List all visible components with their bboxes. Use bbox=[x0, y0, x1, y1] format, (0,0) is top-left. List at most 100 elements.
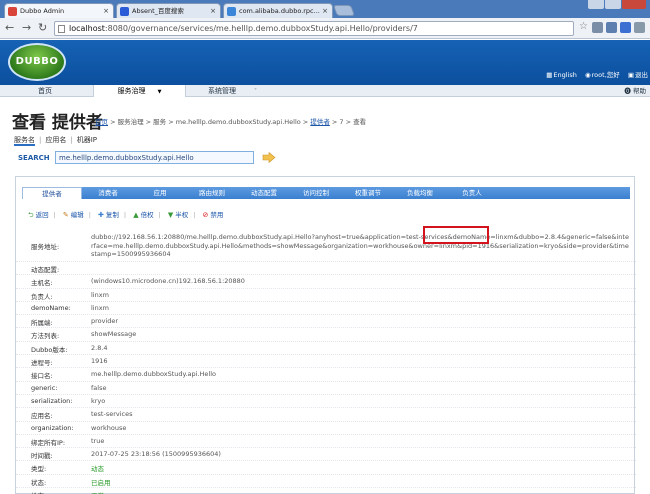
service-url-value: dubbo://192.168.56.1:20880/me.helllp.dem… bbox=[91, 233, 629, 258]
dubbo-favicon-icon bbox=[8, 7, 17, 16]
tab-applications[interactable]: 应用 bbox=[134, 187, 186, 199]
nav-service-governance[interactable]: 服务治理 ▼ bbox=[93, 85, 186, 97]
baidu-favicon-icon bbox=[120, 7, 129, 16]
main-nav: 首页 服务治理 ▼ 系统管理 ˅ ⓿ 帮助 bbox=[0, 85, 650, 97]
page-icon bbox=[58, 25, 65, 33]
tab-weights[interactable]: 权重调节 bbox=[342, 187, 394, 199]
provider-detail-panel: 提供者 消费者 应用 路由规则 动态配置 访问控制 权重调节 负载均衡 负责人 … bbox=[15, 176, 636, 494]
browser-tab-dubbo-admin[interactable]: Dubbo Admin × bbox=[4, 3, 114, 18]
new-tab-button[interactable] bbox=[332, 5, 356, 16]
table-row: 进程号: 1916 bbox=[16, 355, 636, 369]
table-row: demoName: linxm bbox=[16, 302, 636, 316]
back-icon: ⮌ bbox=[28, 211, 34, 219]
browser-tab-title: Absent_百度搜索 bbox=[132, 7, 184, 15]
breadcrumb-home-link[interactable]: 首页 bbox=[95, 118, 108, 126]
window-close-icon[interactable] bbox=[622, 0, 646, 9]
table-row: 动态配置: bbox=[16, 262, 636, 276]
table-row: 检查:正常 bbox=[16, 488, 636, 494]
back-button[interactable]: ⮌ 返回 bbox=[28, 211, 49, 219]
extension-icon[interactable] bbox=[620, 22, 631, 33]
tab-loadbalance[interactable]: 负载均衡 bbox=[394, 187, 446, 199]
tab-access[interactable]: 访问控制 bbox=[290, 187, 342, 199]
browser-tab-strip: Dubbo Admin × Absent_百度搜索 × com.alibaba.… bbox=[0, 0, 650, 18]
browser-tab-alibaba[interactable]: com.alibaba.dubbo.rpc... × bbox=[223, 3, 333, 18]
extension-icon[interactable] bbox=[592, 22, 603, 33]
breadcrumb-providers-link[interactable]: 提供者 bbox=[310, 118, 330, 126]
nav-home[interactable]: 首页 bbox=[38, 85, 52, 97]
table-row: organization: workhouse bbox=[16, 422, 636, 435]
search-input[interactable] bbox=[55, 151, 254, 164]
search-type-nav: 服务名 | 应用名 | 机器IP bbox=[14, 136, 98, 146]
table-row: 负责人: linxm bbox=[16, 289, 636, 302]
table-row: 接口名: me.helllp.demo.dubboxStudy.api.Hello bbox=[16, 368, 636, 382]
copy-button[interactable]: ✚ 复制 bbox=[98, 211, 119, 219]
url-path: :8080/governance/services/me.helllp.demo… bbox=[104, 24, 418, 33]
nav-system-management[interactable]: 系统管理 ˅ bbox=[208, 85, 257, 97]
tab-providers[interactable]: 提供者 bbox=[22, 187, 82, 199]
address-bar[interactable]: localhost:8080/governance/services/me.he… bbox=[54, 21, 574, 36]
search-by-service[interactable]: 服务名 bbox=[14, 136, 35, 146]
close-tab-icon[interactable]: × bbox=[210, 4, 216, 18]
tab-overrides[interactable]: 动态配置 bbox=[238, 187, 290, 199]
app-header: DUBBO ▦English ◉root,您好 ▣退出 bbox=[0, 40, 650, 85]
dropdown-caret-icon: ▼ bbox=[157, 89, 162, 95]
star-icon[interactable]: ☆ bbox=[578, 22, 589, 33]
service-tabs: 提供者 消费者 应用 路由规则 动态配置 访问控制 权重调节 负载均衡 负责人 bbox=[22, 187, 630, 199]
table-row: 时间戳: 2017-07-25 23:18:56 (1500995936604) bbox=[16, 448, 636, 462]
user-link[interactable]: ◉root,您好 bbox=[585, 71, 620, 79]
edit-icon: ✎ bbox=[62, 211, 69, 219]
search-by-app[interactable]: 应用名 bbox=[45, 136, 66, 144]
table-row: generic: false bbox=[16, 382, 636, 395]
table-row: 类型: 动态 bbox=[16, 461, 636, 475]
table-row: 应用名: test-services bbox=[16, 408, 636, 422]
detail-table: 服务地址: dubbo://192.168.56.1:20880/me.helll… bbox=[16, 231, 636, 494]
double-weight-button[interactable]: ▲ 倍权 bbox=[133, 211, 153, 219]
search-arrow-icon[interactable] bbox=[262, 152, 276, 163]
table-row: Dubbo版本: 2.8.4 bbox=[16, 342, 636, 356]
browser-toolbar: ← → ↻ localhost:8080/governance/services… bbox=[0, 18, 650, 39]
disable-icon: ⊘ bbox=[202, 211, 209, 219]
page-favicon-icon bbox=[227, 7, 236, 16]
help-link[interactable]: ⓿ 帮助 bbox=[624, 85, 646, 97]
page-title: 查看 提供者 bbox=[12, 113, 103, 133]
back-arrow-icon[interactable]: ← bbox=[5, 21, 14, 35]
reload-icon[interactable]: ↻ bbox=[38, 21, 47, 35]
tab-routes[interactable]: 路由规则 bbox=[186, 187, 238, 199]
table-row: serialization: kryo bbox=[16, 395, 636, 409]
breadcrumb: 首页 > 服务治理 > 服务 > me.helllp.demo.dubboxSt… bbox=[95, 118, 367, 126]
copy-icon: ✚ bbox=[98, 211, 104, 219]
up-arrow-icon: ▲ bbox=[133, 211, 139, 219]
edit-button[interactable]: ✎ 编辑 bbox=[63, 211, 84, 219]
table-row: 所属端: provider bbox=[16, 315, 636, 329]
tab-consumers[interactable]: 消费者 bbox=[82, 187, 134, 199]
forward-arrow-icon[interactable]: → bbox=[22, 21, 31, 35]
action-bar: ⮌ 返回 | ✎ 编辑 | ✚ 复制 | ▲ 倍权 | ▼ 半权 | ⊘ 禁用 bbox=[28, 209, 223, 222]
header-links: ▦English ◉root,您好 ▣退出 bbox=[540, 69, 648, 79]
window-controls bbox=[587, 0, 646, 10]
check-value: 正常 bbox=[91, 490, 104, 494]
disable-button[interactable]: ⊘ 禁用 bbox=[203, 211, 224, 219]
url-host: localhost bbox=[69, 24, 105, 33]
language-link[interactable]: ▦English bbox=[546, 71, 577, 79]
table-row: 主机名: (windows10.microdone.cn)192.168.56.1… bbox=[16, 275, 636, 289]
close-tab-icon[interactable]: × bbox=[103, 4, 109, 18]
search-by-ip[interactable]: 机器IP bbox=[77, 136, 97, 144]
search-label: SEARCH bbox=[18, 154, 50, 162]
extension-icon[interactable] bbox=[606, 22, 617, 33]
menu-icon[interactable] bbox=[634, 22, 645, 33]
logo-text: DUBBO bbox=[15, 56, 59, 67]
browser-tab-baidu[interactable]: Absent_百度搜索 × bbox=[116, 3, 221, 18]
close-tab-icon[interactable]: × bbox=[322, 4, 328, 18]
minimize-icon[interactable] bbox=[588, 0, 604, 9]
dubbo-logo: DUBBO bbox=[8, 43, 66, 81]
dropdown-caret-icon: ˅ bbox=[254, 88, 257, 95]
half-weight-button[interactable]: ▼ 半权 bbox=[168, 211, 188, 219]
down-arrow-icon: ▼ bbox=[167, 211, 174, 219]
maximize-icon[interactable] bbox=[605, 0, 621, 9]
logout-link[interactable]: ▣退出 bbox=[628, 71, 648, 79]
browser-tab-title: Dubbo Admin bbox=[20, 7, 65, 15]
table-row: 服务地址: dubbo://192.168.56.1:20880/me.helll… bbox=[16, 231, 636, 262]
status-value: 已启用 bbox=[91, 478, 111, 487]
type-value: 动态 bbox=[91, 465, 104, 474]
tab-owners[interactable]: 负责人 bbox=[446, 187, 498, 199]
